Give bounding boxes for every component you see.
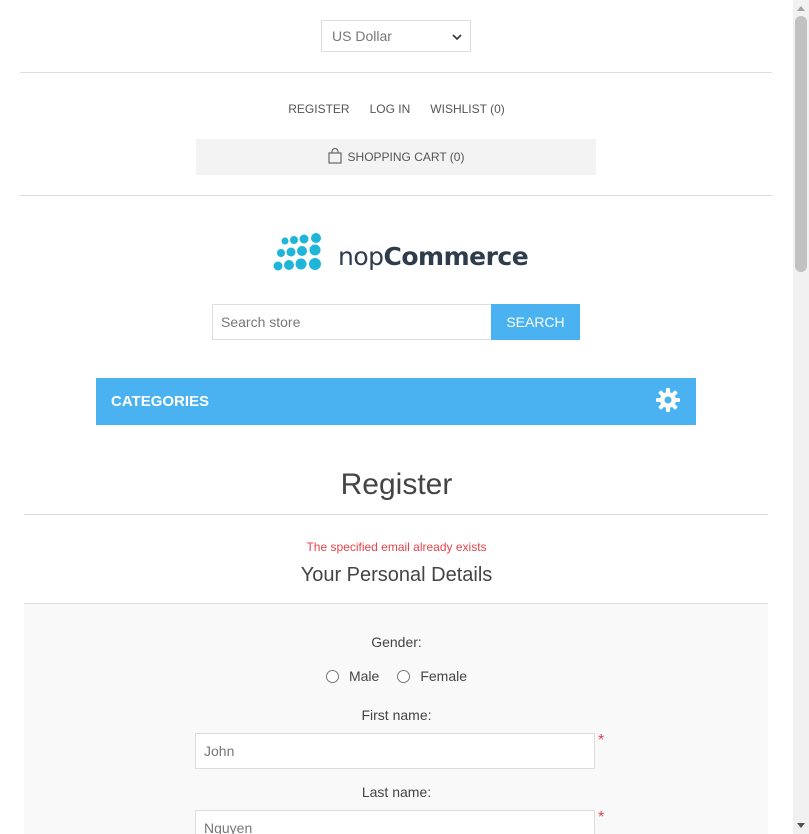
gender-female-label: Female [420, 668, 468, 684]
currency-select-value: US Dollar [332, 28, 392, 44]
section-title: Your Personal Details [300, 564, 493, 586]
header-divider-bottom [20, 195, 772, 196]
gender-male-option[interactable]: Male [325, 668, 380, 684]
first-name-field[interactable] [195, 733, 595, 769]
header-links: REGISTER LOG IN WISHLIST (0) [0, 102, 793, 116]
currency-select[interactable]: US Dollar [321, 20, 471, 52]
currency-selector-wrap: US Dollar [321, 20, 471, 52]
login-link[interactable]: LOG IN [370, 102, 411, 116]
scroll-down-icon[interactable] [793, 818, 809, 834]
gender-female-radio[interactable] [397, 669, 411, 683]
categories-bar[interactable]: CATEGORIES [96, 378, 696, 425]
search-button[interactable]: SEARCH [491, 304, 580, 340]
wishlist-link[interactable]: WISHLIST (0) [430, 102, 504, 116]
error-message: The specified email already exists [306, 540, 487, 554]
last-name-label: Last name: [361, 784, 432, 800]
page-title: Register [340, 468, 453, 501]
gear-icon[interactable] [655, 387, 681, 417]
shopping-cart-link[interactable]: SHOPPING CART (0) [196, 139, 596, 175]
scrollbar-thumb[interactable] [795, 16, 807, 272]
first-name-label: First name: [361, 707, 432, 723]
logo-dots-icon [272, 232, 330, 280]
shopping-cart-label: SHOPPING CART (0) [347, 150, 465, 164]
header-divider-top [20, 72, 772, 73]
logo-text-light: nop [338, 241, 384, 271]
register-link[interactable]: REGISTER [288, 102, 349, 116]
gender-female-option[interactable]: Female [397, 668, 467, 684]
gender-male-radio[interactable] [325, 669, 339, 683]
page: US Dollar REGISTER LOG IN WISHLIST (0) S… [0, 0, 793, 834]
first-name-required-mark: * [598, 732, 605, 749]
gender-options: Male Female [0, 668, 793, 684]
chevron-down-icon [452, 28, 462, 44]
last-name-required-mark: * [598, 809, 605, 826]
gender-male-label: Male [348, 668, 380, 684]
logo-text: nopCommerce [338, 241, 529, 271]
store-logo[interactable]: nopCommerce [272, 232, 529, 280]
last-name-field[interactable] [195, 810, 595, 834]
page-scrollbar[interactable] [793, 0, 809, 834]
shopping-bag-icon [327, 147, 342, 167]
search-input[interactable] [212, 304, 492, 340]
logo-text-bold: Commerce [383, 241, 529, 271]
gender-label: Gender: [371, 634, 422, 650]
categories-label: CATEGORIES [111, 393, 210, 410]
scroll-up-icon[interactable] [793, 0, 809, 16]
title-divider [24, 514, 768, 515]
